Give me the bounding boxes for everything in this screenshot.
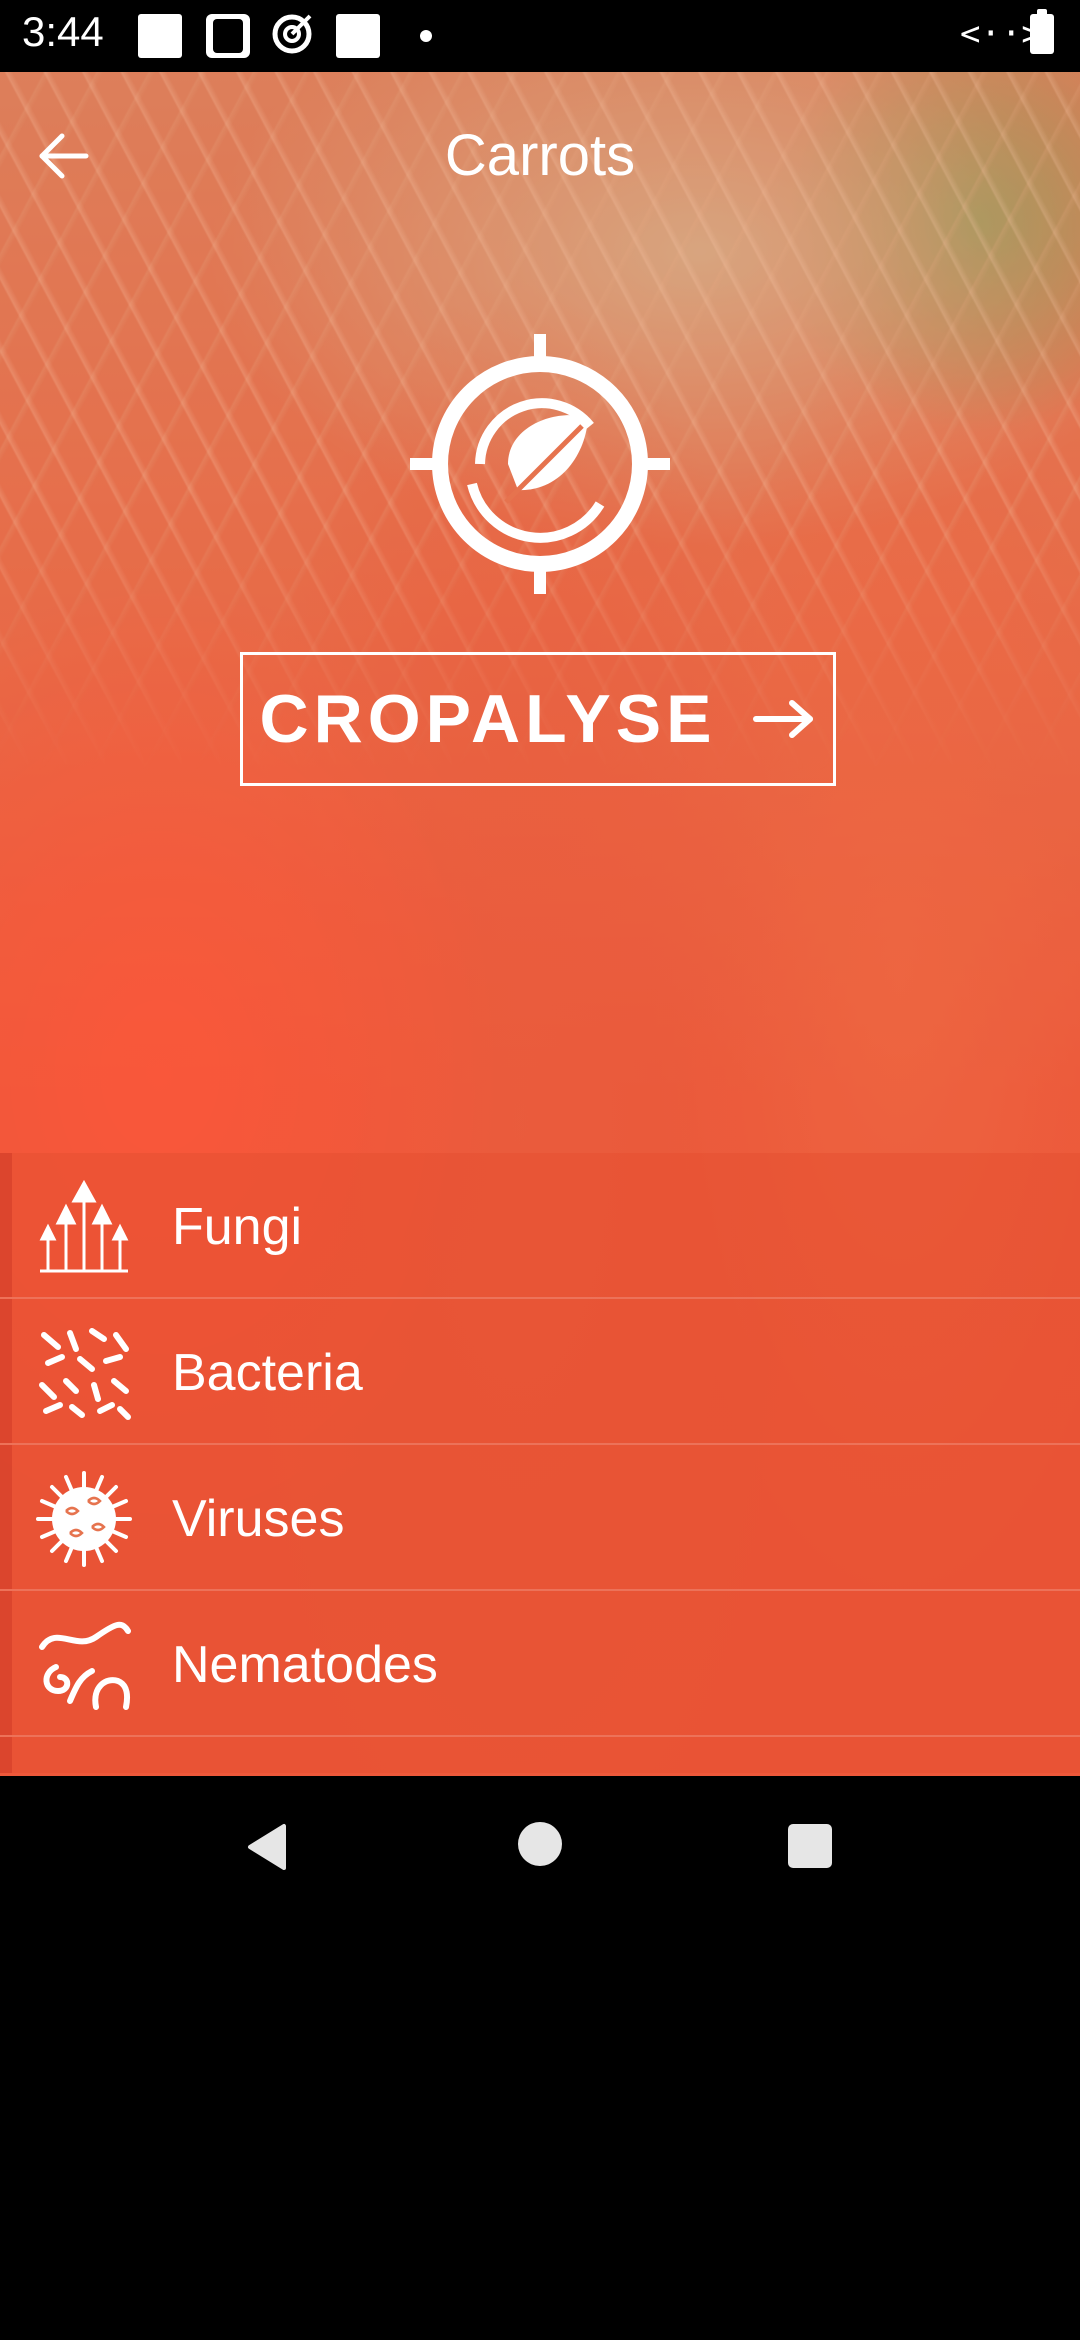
status-bar: 3:44 <··>!: [0, 0, 1080, 72]
system-nav-bar: [0, 1776, 1080, 1920]
more-notifications-dot: [420, 30, 432, 42]
nav-back-icon[interactable]: [244, 1822, 288, 1872]
bacteria-icon: [39, 1328, 131, 1420]
list-item-viruses[interactable]: Viruses: [0, 1445, 1080, 1591]
pathogen-list: Fungi Bacteria Viruses Nematodes: [0, 1153, 1080, 1773]
list-item-nematodes[interactable]: Nematodes: [0, 1591, 1080, 1737]
app-notification-icon: [206, 14, 250, 58]
cropalyse-button[interactable]: CROPALYSE: [240, 652, 836, 786]
list-item-insects[interactable]: [0, 1737, 1080, 1773]
arrow-right-icon: [753, 700, 814, 738]
insect-icon: [36, 1763, 132, 1773]
status-time: 3:44: [22, 8, 104, 55]
crosshair-leaf-icon: [410, 334, 670, 594]
list-item-bacteria[interactable]: Bacteria: [0, 1299, 1080, 1445]
list-item-label: Viruses: [172, 1490, 345, 1548]
notification-icon: [138, 14, 182, 58]
target-notification-icon: [272, 14, 312, 54]
notification-icon: [336, 14, 380, 58]
page-title: Carrots: [444, 123, 636, 188]
list-item-label: Nematodes: [172, 1636, 438, 1694]
list-item-label: Fungi: [172, 1198, 303, 1256]
nav-recents-icon[interactable]: [788, 1824, 832, 1868]
list-item-fungi[interactable]: Fungi: [0, 1153, 1080, 1299]
list-item-label: Bacteria: [172, 1344, 363, 1402]
cropalyse-label: CROPALYSE: [259, 681, 717, 757]
fungi-icon: [39, 1179, 129, 1273]
virus-icon: [36, 1471, 132, 1567]
nematode-icon: [39, 1621, 131, 1710]
crop-detail-screen: Carrots CROPALYSE Fungi Bacteria Viruses…: [0, 72, 1080, 1776]
nav-home-icon[interactable]: [518, 1822, 562, 1866]
battery-icon: [1030, 9, 1054, 54]
